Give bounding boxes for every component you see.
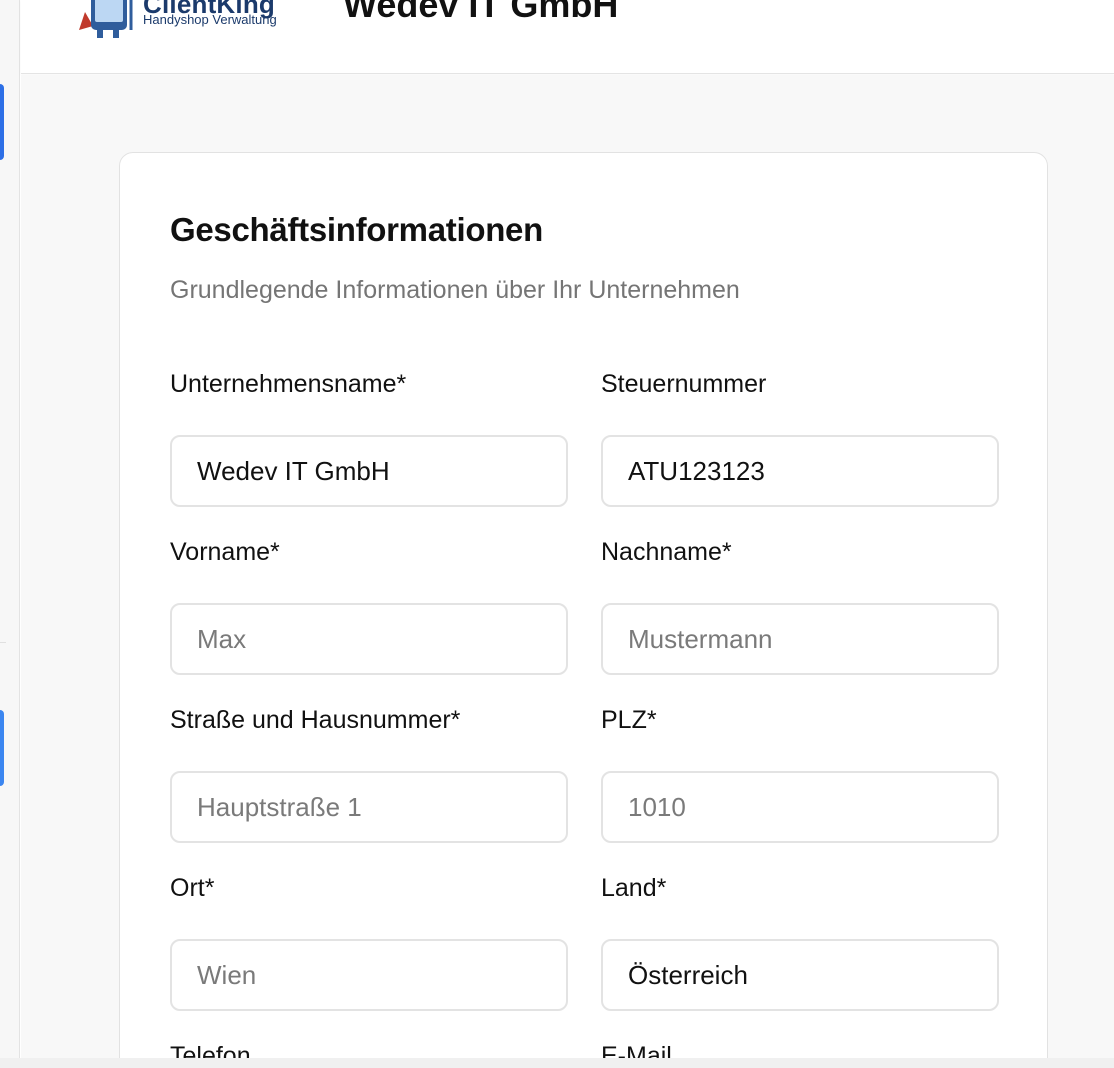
tax-number-field: Steuernummer ATU123123 <box>601 367 999 507</box>
country-input[interactable]: Österreich <box>601 939 999 1011</box>
street-input[interactable]: Hauptstraße 1 <box>170 771 568 843</box>
main-content: Geschäftsinformationen Grundlegende Info… <box>21 75 1114 1068</box>
city-field: Ort* Wien <box>170 871 568 1011</box>
first-name-input[interactable]: Max <box>170 603 568 675</box>
top-header: ClientKing Handyshop Verwaltung Wedev IT… <box>21 0 1114 74</box>
card-description: Grundlegende Informationen über Ihr Unte… <box>170 276 740 304</box>
city-input[interactable]: Wien <box>170 939 568 1011</box>
last-name-input[interactable]: Mustermann <box>601 603 999 675</box>
zip-placeholder: 1010 <box>628 792 686 822</box>
tax-number-input[interactable]: ATU123123 <box>601 435 999 507</box>
street-label: Straße und Hausnummer* <box>170 706 461 734</box>
company-name-field: Unternehmensname* Wedev IT GmbH <box>170 367 568 507</box>
last-name-field: Nachname* Mustermann <box>601 535 999 675</box>
brand-logo[interactable]: ClientKing Handyshop Verwaltung <box>71 0 311 38</box>
card-title: Geschäftsinformationen <box>170 211 543 248</box>
tax-number-label: Steuernummer <box>601 370 767 398</box>
tax-number-value: ATU123123 <box>628 456 765 486</box>
business-info-card: Geschäftsinformationen Grundlegende Info… <box>119 152 1048 1068</box>
company-name-label: Unternehmensname* <box>170 370 407 398</box>
country-field: Land* Österreich <box>601 871 999 1011</box>
first-name-field: Vorname* Max <box>170 535 568 675</box>
street-field: Straße und Hausnummer* Hauptstraße 1 <box>170 703 568 843</box>
street-placeholder: Hauptstraße 1 <box>197 792 362 822</box>
first-name-label: Vorname* <box>170 538 280 566</box>
app-window: ClientKing Handyshop Verwaltung Wedev IT… <box>0 0 1114 1068</box>
sidebar-divider <box>0 642 6 643</box>
king-phone-mascot-icon <box>79 0 133 38</box>
first-name-placeholder: Max <box>197 624 247 654</box>
country-value: Österreich <box>628 960 748 990</box>
last-name-placeholder: Mustermann <box>628 624 773 654</box>
country-label: Land* <box>601 874 667 902</box>
city-label: Ort* <box>170 874 215 902</box>
zip-field: PLZ* 1010 <box>601 703 999 843</box>
company-name-input[interactable]: Wedev IT GmbH <box>170 435 568 507</box>
zip-label: PLZ* <box>601 706 657 734</box>
sidebar-item-indicator[interactable] <box>0 710 4 786</box>
city-placeholder: Wien <box>197 960 257 990</box>
zip-input[interactable]: 1010 <box>601 771 999 843</box>
viewport-bottom-edge <box>0 1058 1114 1068</box>
logo-subtitle: Handyshop Verwaltung <box>143 12 277 27</box>
company-title: Wedev IT GmbH <box>343 0 619 25</box>
sidebar <box>0 0 20 1068</box>
company-name-value: Wedev IT GmbH <box>197 456 390 486</box>
last-name-label: Nachname* <box>601 538 732 566</box>
sidebar-active-indicator[interactable] <box>0 84 4 160</box>
